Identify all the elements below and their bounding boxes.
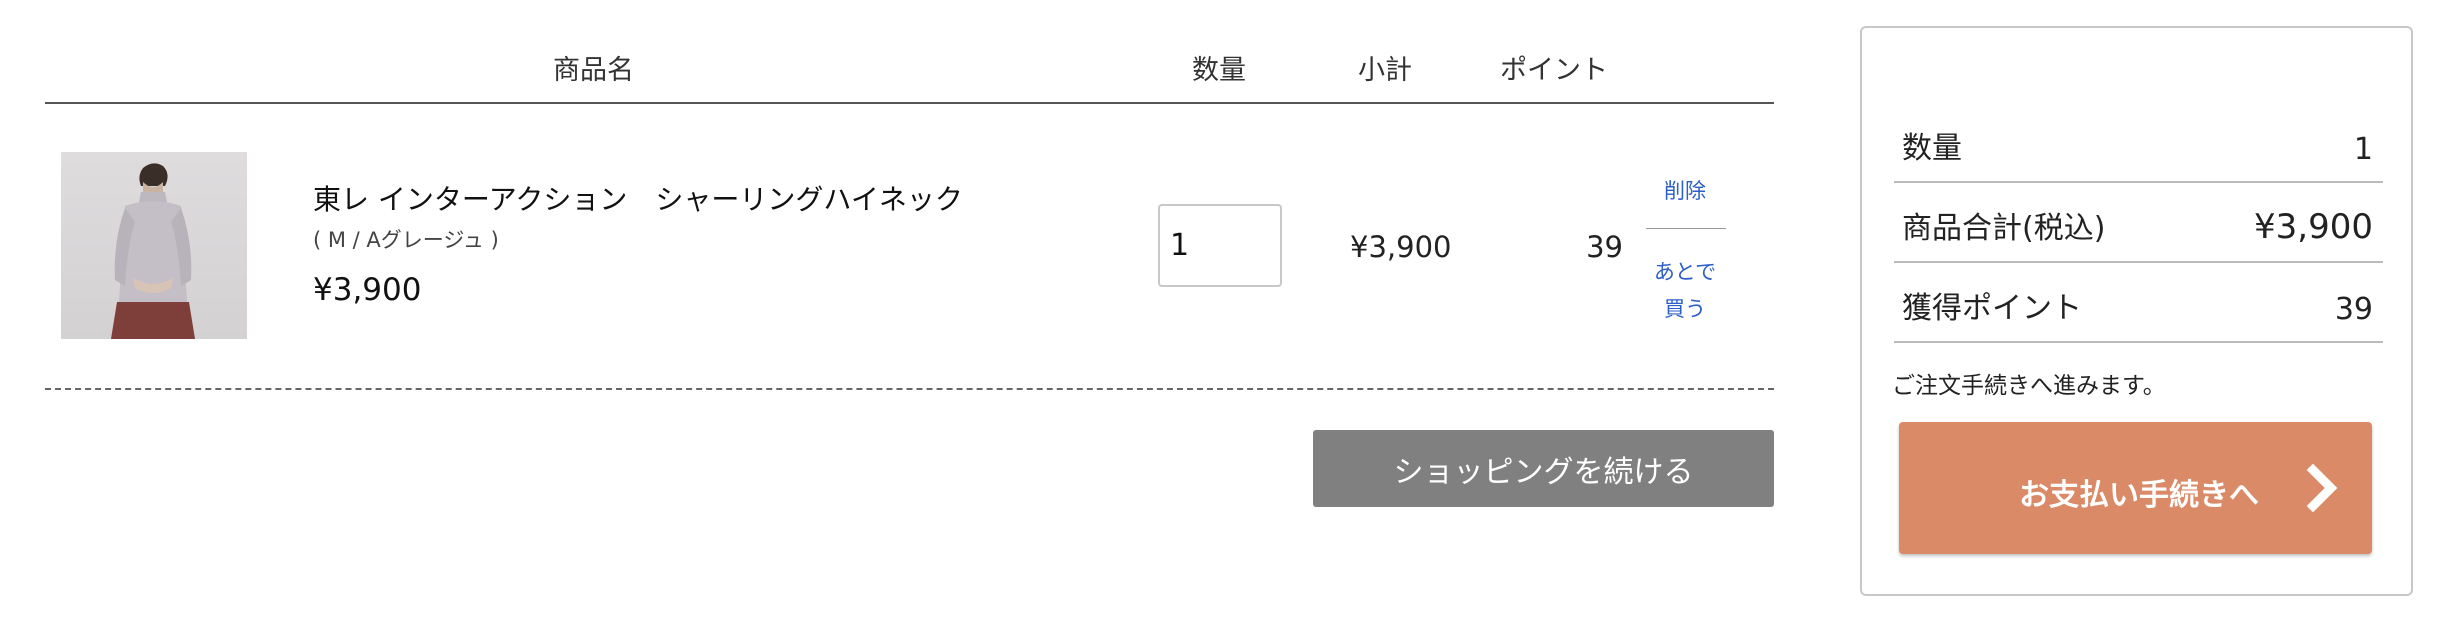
continue-shopping-button[interactable]: ショッピングを続ける (1313, 430, 1774, 507)
summary-total-row: 商品合計(税込) ¥3,900 (1894, 181, 2383, 263)
summary-points-value: 39 (2334, 292, 2373, 327)
buy-later-label-line1: あとで (1653, 260, 1717, 284)
item-divider (45, 388, 1774, 390)
summary-total-value: ¥3,900 (2254, 207, 2373, 247)
buy-later-label-line2: 買う (1664, 297, 1706, 321)
cart-section: 商品名 数量 小計 ポイント 東レ インターアクション シャーリングハイネック … (45, 0, 1774, 624)
summary-quantity-row: 数量 1 (1894, 102, 2383, 183)
item-points: 39 (1586, 230, 1623, 264)
product-image[interactable] (61, 152, 247, 339)
quantity-input[interactable] (1158, 204, 1282, 287)
action-divider (1646, 228, 1726, 229)
summary-points-label: 獲得ポイント (1902, 291, 2082, 326)
delete-link[interactable]: 削除 (1645, 173, 1725, 210)
header-divider (45, 102, 1774, 104)
checkout-notice: ご注文手続きへ進みます。 (1892, 373, 2166, 399)
chevron-right-icon (2306, 464, 2338, 512)
header-product-name: 商品名 (553, 55, 634, 86)
product-variant: ( M / Aグレージュ ) (313, 228, 499, 252)
order-summary: 数量 1 商品合計(税込) ¥3,900 獲得ポイント 39 ご注文手続きへ進み… (1860, 26, 2413, 596)
summary-total-label: 商品合計(税込) (1902, 211, 2106, 246)
checkout-button-label: お支払い手続きへ (2019, 478, 2259, 513)
checkout-button[interactable]: お支払い手続きへ (1899, 422, 2372, 554)
product-price: ¥3,900 (313, 272, 422, 308)
header-points: ポイント (1500, 55, 1608, 86)
item-subtotal: ¥3,900 (1350, 230, 1452, 264)
summary-quantity-label: 数量 (1902, 131, 1962, 166)
summary-points-row: 獲得ポイント 39 (1894, 261, 2383, 343)
header-subtotal: 小計 (1358, 55, 1412, 86)
product-name[interactable]: 東レ インターアクション シャーリングハイネック (313, 178, 963, 218)
summary-quantity-value: 1 (2353, 132, 2373, 167)
buy-later-link[interactable]: あとで 買う (1645, 254, 1725, 328)
header-quantity: 数量 (1192, 55, 1246, 86)
